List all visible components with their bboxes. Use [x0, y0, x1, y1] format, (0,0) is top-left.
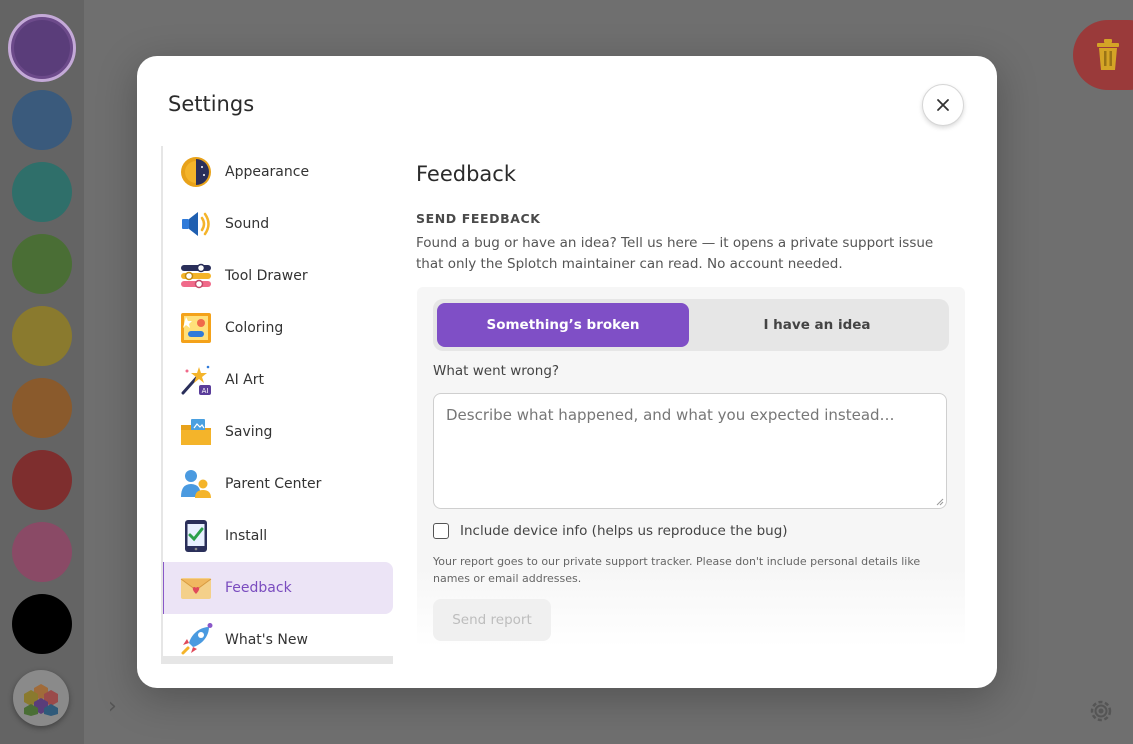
gear-icon — [1090, 700, 1112, 722]
nav-item-parent-center[interactable]: Parent Center — [163, 458, 393, 510]
coloring-page-icon — [179, 311, 213, 345]
active-indicator — [163, 562, 164, 614]
magic-wand-icon: AI — [179, 363, 213, 397]
nav-item-feedback[interactable]: Feedback — [163, 562, 393, 614]
include-device-label[interactable]: Include device info (helps us reproduce … — [460, 523, 788, 539]
include-device-checkbox[interactable] — [433, 523, 449, 539]
folder-icon — [179, 415, 213, 449]
chevron-right-icon[interactable]: › — [108, 694, 117, 719]
nav-label: Feedback — [225, 580, 292, 596]
feedback-textarea[interactable]: Describe what happened, and what you exp… — [433, 393, 947, 509]
color-swatch-9[interactable] — [12, 594, 72, 654]
phone-check-icon — [179, 519, 213, 553]
dialog-title: Settings — [168, 92, 255, 116]
nav-item-ai-art[interactable]: AI AI Art — [163, 354, 393, 406]
nav-label: Appearance — [225, 164, 310, 180]
section-heading: SEND FEEDBACK — [416, 211, 541, 226]
something-broken-button[interactable]: Something’s broken — [437, 303, 689, 347]
color-palette — [0, 0, 84, 744]
privacy-note: Your report goes to our private support … — [433, 555, 921, 585]
nav-label: Saving — [225, 424, 273, 440]
nav-item-sound[interactable]: Sound — [163, 198, 393, 250]
color-swatch-7[interactable] — [12, 450, 72, 510]
nav-label: Sound — [225, 216, 270, 232]
trash-button[interactable] — [1073, 20, 1133, 90]
color-mixer-button[interactable] — [13, 670, 69, 726]
rocket-icon — [179, 623, 213, 657]
color-swatch-2[interactable] — [12, 90, 72, 150]
svg-text:AI: AI — [202, 387, 209, 395]
close-icon — [937, 99, 949, 111]
nav-item-install[interactable]: Install — [163, 510, 393, 562]
nav-label: Coloring — [225, 320, 284, 336]
nav-item-saving[interactable]: Saving — [163, 406, 393, 458]
nav-label: Install — [225, 528, 268, 544]
textarea-placeholder: Describe what happened, and what you exp… — [446, 406, 895, 424]
hexagon-palette-icon — [24, 684, 58, 716]
nav-label: Parent Center — [225, 476, 322, 492]
nav-label: AI Art — [225, 372, 264, 388]
have-idea-button[interactable]: I have an idea — [691, 303, 943, 347]
settings-gear-button[interactable] — [1086, 696, 1116, 730]
sun-moon-icon — [179, 155, 213, 189]
page-title: Feedback — [416, 162, 517, 186]
color-swatch-5[interactable] — [12, 306, 72, 366]
parent-child-icon — [179, 467, 213, 501]
color-swatch-3[interactable] — [12, 162, 72, 222]
send-report-button[interactable]: Send report — [433, 599, 551, 641]
nav-item-coloring[interactable]: Coloring — [163, 302, 393, 354]
section-description: Found a bug or have an idea? Tell us her… — [416, 235, 934, 272]
color-swatch-6[interactable] — [12, 378, 72, 438]
sliders-icon — [179, 259, 213, 293]
device-info-row: Include device info (helps us reproduce … — [433, 523, 788, 539]
nav-label: Tool Drawer — [225, 268, 308, 284]
nav-scroll-edge — [161, 656, 393, 664]
feedback-form: Something’s broken I have an idea What w… — [417, 287, 965, 647]
color-swatch-1[interactable] — [8, 14, 76, 82]
field-label: What went wrong? — [433, 363, 560, 379]
feedback-type-toggle: Something’s broken I have an idea — [433, 299, 949, 351]
nav-label: What's New — [225, 632, 308, 648]
settings-dialog: Settings Appearance Sound Tool Drawer Co… — [137, 56, 997, 688]
resize-grip-icon[interactable] — [936, 498, 944, 506]
trash-icon — [1097, 39, 1119, 70]
settings-nav: Appearance Sound Tool Drawer Coloring AI… — [161, 146, 395, 664]
nav-item-appearance[interactable]: Appearance — [163, 146, 393, 198]
color-swatch-4[interactable] — [12, 234, 72, 294]
envelope-heart-icon — [179, 571, 213, 605]
speaker-icon — [179, 207, 213, 241]
color-swatch-8[interactable] — [12, 522, 72, 582]
close-button[interactable] — [922, 84, 964, 126]
nav-item-tool-drawer[interactable]: Tool Drawer — [163, 250, 393, 302]
